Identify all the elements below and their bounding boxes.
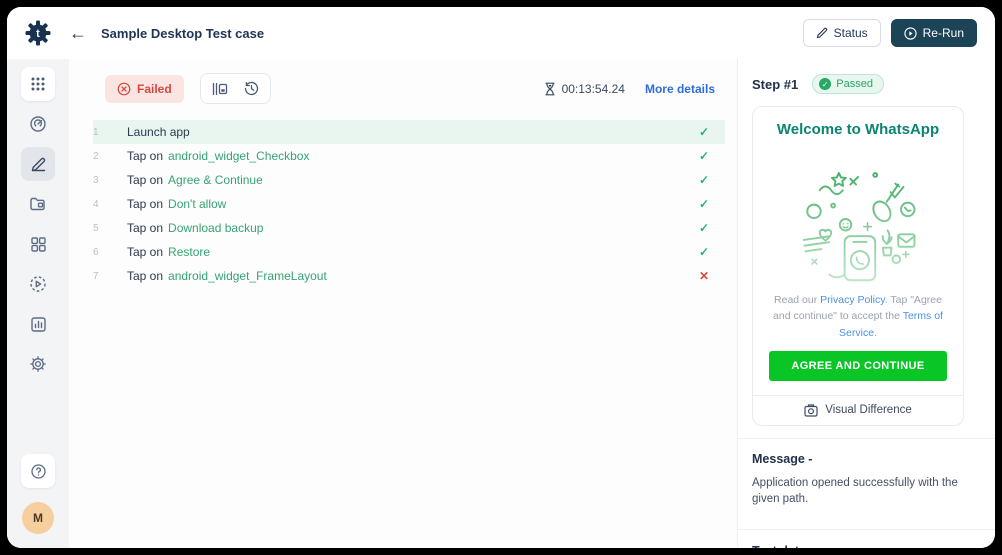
- step-passed-icon: ✓: [699, 197, 709, 211]
- message-title: Message -: [752, 452, 981, 466]
- step-number: 4: [93, 199, 115, 210]
- result-toolbar: Failed: [105, 73, 725, 104]
- step-target[interactable]: Download backup: [168, 221, 263, 235]
- rerun-button[interactable]: Re-Run: [891, 19, 977, 47]
- svg-text:t: t: [36, 28, 40, 40]
- whatsapp-welcome-title: Welcome to WhatsApp: [753, 121, 963, 138]
- steps-list: 1 Launch app ✓ 2 Tap on android_widget_C…: [93, 120, 725, 288]
- sidebar: M: [7, 59, 69, 548]
- message-body: Application opened successfully with the…: [752, 475, 981, 507]
- panel-divider: [738, 529, 995, 530]
- play-circle-icon: [904, 27, 917, 40]
- step-target[interactable]: android_widget_Checkbox: [168, 149, 309, 163]
- app-logo[interactable]: t: [7, 19, 69, 47]
- top-bar: t ← Sample Desktop Test case Status Re-R…: [7, 7, 995, 59]
- screenshot-card: Welcome to WhatsApp: [752, 106, 964, 426]
- column-view-icon[interactable]: [212, 82, 228, 96]
- passed-status-badge: ✓ Passed: [812, 74, 884, 94]
- more-details-link[interactable]: More details: [645, 82, 715, 96]
- step-action: Tap on: [127, 245, 163, 259]
- terms-text-suffix: .: [874, 327, 877, 339]
- step-passed-icon: ✓: [699, 149, 709, 163]
- pencil-icon: [816, 27, 828, 39]
- main-panel: Failed: [69, 59, 737, 548]
- agree-continue-button[interactable]: AGREE AND CONTINUE: [769, 351, 947, 381]
- passed-badge-label: Passed: [836, 78, 873, 90]
- projects-folder-icon[interactable]: [21, 187, 55, 221]
- step-action: Tap on: [127, 149, 163, 163]
- step-row-6[interactable]: 6 Tap on Restore ✓: [93, 240, 725, 264]
- detail-step-label: Step #1: [752, 77, 798, 92]
- view-toggle-group: [200, 73, 271, 104]
- whatsapp-doodle-image: [753, 152, 963, 286]
- step-detail-panel: Step #1 ✓ Passed Welcome to WhatsApp: [737, 59, 995, 548]
- camera-icon: [804, 404, 818, 417]
- rerun-button-label: Re-Run: [923, 26, 964, 40]
- run-results-icon[interactable]: [21, 267, 55, 301]
- step-passed-icon: ✓: [699, 173, 709, 187]
- reports-icon[interactable]: [21, 307, 55, 341]
- step-row-4[interactable]: 4 Tap on Don't allow ✓: [93, 192, 725, 216]
- privacy-policy-link[interactable]: Privacy Policy: [820, 294, 885, 306]
- step-number: 2: [93, 151, 115, 162]
- dashboard-icon[interactable]: [21, 107, 55, 141]
- gear-logo-icon: t: [24, 19, 52, 47]
- elements-icon[interactable]: [21, 227, 55, 261]
- step-number: 6: [93, 247, 115, 258]
- step-failed-icon: ✕: [699, 269, 709, 283]
- status-button[interactable]: Status: [803, 19, 881, 47]
- step-number: 5: [93, 223, 115, 234]
- history-icon[interactable]: [244, 81, 259, 96]
- step-row-3[interactable]: 3 Tap on Agree & Continue ✓: [93, 168, 725, 192]
- back-arrow-icon[interactable]: ←: [69, 24, 87, 42]
- step-row-7[interactable]: 7 Tap on android_widget_FrameLayout ✕: [93, 264, 725, 288]
- step-action: Tap on: [127, 173, 163, 187]
- step-number: 3: [93, 175, 115, 186]
- visual-difference-button[interactable]: Visual Difference: [753, 395, 963, 425]
- step-action: Tap on: [127, 269, 163, 283]
- terms-text-prefix: Read our: [774, 294, 820, 306]
- step-target[interactable]: android_widget_FrameLayout: [168, 269, 327, 283]
- duration-timer: 00:13:54.24: [544, 82, 625, 96]
- check-circle-icon: ✓: [819, 78, 831, 90]
- visual-difference-label: Visual Difference: [825, 404, 912, 416]
- step-row-1[interactable]: 1 Launch app ✓: [93, 120, 725, 144]
- help-icon[interactable]: [21, 454, 55, 488]
- step-action: Tap on: [127, 197, 163, 211]
- step-action: Tap on: [127, 221, 163, 235]
- panel-divider: [738, 438, 995, 439]
- step-action: Launch app: [127, 125, 190, 139]
- status-button-label: Status: [834, 26, 868, 40]
- step-number: 7: [93, 271, 115, 282]
- step-row-2[interactable]: 2 Tap on android_widget_Checkbox ✓: [93, 144, 725, 168]
- step-passed-icon: ✓: [699, 125, 709, 139]
- step-target[interactable]: Agree & Continue: [168, 173, 263, 187]
- circle-x-icon: [117, 82, 131, 96]
- failed-status-badge[interactable]: Failed: [105, 75, 184, 103]
- step-passed-icon: ✓: [699, 245, 709, 259]
- duration-value: 00:13:54.24: [562, 82, 625, 96]
- hourglass-icon: [544, 82, 556, 96]
- test-data-title: Test data: [752, 544, 981, 548]
- step-row-5[interactable]: 5 Tap on Download backup ✓: [93, 216, 725, 240]
- step-number: 1: [93, 127, 115, 138]
- user-avatar[interactable]: M: [22, 502, 54, 534]
- whatsapp-terms-text: Read our Privacy Policy. Tap "Agree and …: [753, 292, 963, 341]
- step-target[interactable]: Restore: [168, 245, 210, 259]
- apps-grid-icon[interactable]: [21, 67, 55, 101]
- settings-gear-icon[interactable]: [21, 347, 55, 381]
- app-window: t ← Sample Desktop Test case Status Re-R…: [7, 7, 995, 548]
- test-editor-icon[interactable]: [21, 147, 55, 181]
- failed-badge-label: Failed: [137, 82, 172, 96]
- step-target[interactable]: Don't allow: [168, 197, 226, 211]
- page-title: Sample Desktop Test case: [101, 26, 264, 41]
- step-passed-icon: ✓: [699, 221, 709, 235]
